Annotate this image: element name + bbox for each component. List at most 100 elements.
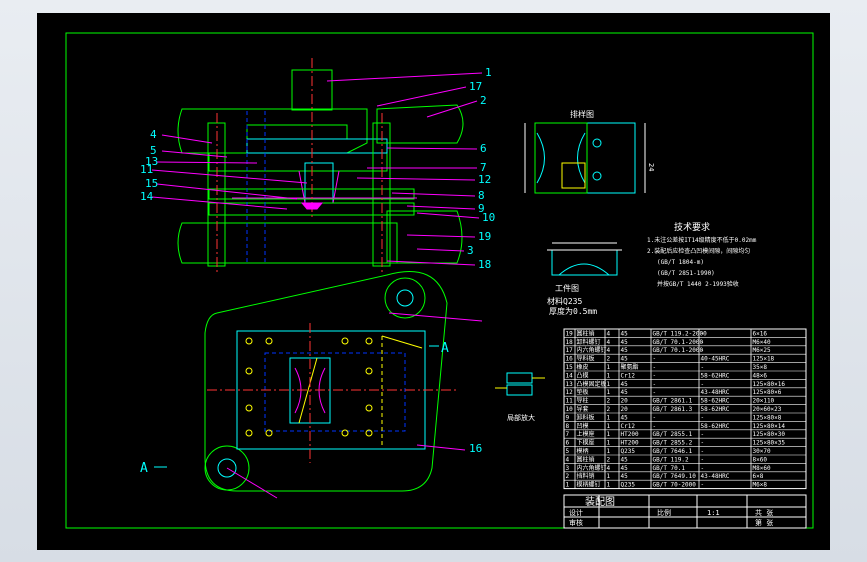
bolt-hole <box>245 404 253 412</box>
bom-cell: HT200 <box>621 440 639 447</box>
bom-cell: 1 <box>607 473 611 480</box>
bom-cell: - <box>701 456 705 463</box>
bom-cell: 垫板 <box>577 388 589 396</box>
bom-cell: GB/T 70.1-2000 <box>653 339 704 346</box>
bom-cell: 40-45HRC <box>701 356 730 363</box>
tech-requirements-lines: 1.未注公差按IT14级精度不低于0.02mm 2.装配后应检查凸凹模间隙，间隙均… <box>647 236 757 288</box>
bom-cell: 125×80×8 <box>753 414 782 421</box>
callout-2: 2 <box>480 94 487 107</box>
callouts-left: 4513111514 <box>140 128 308 210</box>
bom-cell: 125×80×6 <box>753 389 782 396</box>
bom-cell: - <box>653 381 657 388</box>
bom-cell: 7 <box>566 431 570 438</box>
plan-view <box>204 271 483 499</box>
bom-cell: 8 <box>566 423 570 430</box>
bom-cell: 15 <box>566 364 574 371</box>
callout-3: 3 <box>467 244 474 257</box>
bom-cell: GB/T 70.1-2000 <box>653 347 704 354</box>
callout-18: 18 <box>478 258 491 271</box>
bom-cell: 1 <box>607 431 611 438</box>
bom-cell: - <box>701 347 705 354</box>
bom-cell: 13 <box>566 381 574 388</box>
bom-cell: - <box>653 356 657 363</box>
bom-cell: 4 <box>607 465 611 472</box>
bom-cell: 45 <box>621 347 629 354</box>
bom-cell: - <box>653 423 657 430</box>
bom-cell: 125×80×14 <box>753 423 786 430</box>
callout-4: 4 <box>150 128 157 141</box>
tech-requirements-title: 技术要求 <box>674 221 710 233</box>
section-mark-bottom: A <box>140 461 148 476</box>
bom-cell: 45 <box>621 473 629 480</box>
bom-cell: 11 <box>566 398 574 405</box>
bom-cell: 6×16 <box>753 330 768 337</box>
bom-cell: 凹模 <box>577 422 589 430</box>
bom-cell: 45 <box>621 339 629 346</box>
bom-cell: 35×8 <box>753 364 768 371</box>
front-section-view <box>177 58 464 273</box>
callouts-right: 11726712891019318 <box>326 66 495 271</box>
callout-1: 1 <box>485 66 492 79</box>
bom-cell: 45 <box>621 389 629 396</box>
bom-cell: 58-62HRC <box>701 423 730 430</box>
bom-cell: 20 <box>621 406 629 413</box>
bom-cell: - <box>701 465 705 472</box>
bom-cell: - <box>701 364 705 371</box>
bom-cell: 1 <box>607 448 611 455</box>
bom-cell: 4 <box>566 456 570 463</box>
bom-cell: 6×8 <box>753 473 764 480</box>
bom-cell: 43-48HRC <box>701 473 730 480</box>
bom-cell: 3 <box>566 465 570 472</box>
bolt-hole <box>365 337 373 345</box>
bom-cell: 12 <box>566 389 574 396</box>
bom-cell: 20×60×23 <box>753 406 782 413</box>
bom-cell: 卸料螺钉 <box>577 338 601 346</box>
bom-cell: - <box>701 440 705 447</box>
cad-canvas[interactable]: 4 5 13 11 15 14 1 17 2 6 7 12 8 9 10 19 3 18 16 A A <box>37 13 830 550</box>
bom-row: 12 垫板 1 45 - 43-48HRC 125×80×6 <box>566 388 782 396</box>
bom-row: 16 导料板 2 45 - 40-45HRC 125×18 <box>566 355 775 363</box>
bom-row: 17 内六角螺钉 4 45 GB/T 70.1-2000- M6×25 <box>566 346 771 354</box>
bom-cell: - <box>701 381 705 388</box>
title-block-designer-label: 设计 <box>569 508 583 517</box>
bom-cell: GB/T 7649.10 <box>653 473 697 480</box>
workpiece-drawing <box>547 242 622 276</box>
callout-10: 10 <box>482 211 495 224</box>
bom-cell: 5 <box>566 448 570 455</box>
bom-row: 19 圆柱销 4 45 GB/T 119.2-2000- 6×16 <box>566 329 768 337</box>
bom-cell: 58-62HRC <box>701 398 730 405</box>
bom-cell: 6 <box>566 440 570 447</box>
bom-cell: 1 <box>607 423 611 430</box>
bolt-hole <box>365 404 373 412</box>
bom-cell: 30×70 <box>753 448 771 455</box>
bolt-hole <box>341 429 349 437</box>
bom-row: 10 导套 2 20 GB/T 2861.3 58-62HRC 20×60×23 <box>566 405 782 413</box>
bom-cell: 17 <box>566 347 574 354</box>
bom-cell: 18 <box>566 339 574 346</box>
bom-cell: 内六角螺钉 <box>577 346 607 354</box>
bom-cell: 凸模 <box>577 371 589 379</box>
bom-cell: 43-48HRC <box>701 389 730 396</box>
bom-cell: GB/T 2855.1 <box>653 431 693 438</box>
workpiece-material: 材料Q235 <box>547 296 582 306</box>
bom-cell: 凸模固定板 <box>577 380 607 388</box>
workpiece-thickness: 厚度为0.5mm <box>549 306 597 316</box>
bom-cell: 45 <box>621 465 629 472</box>
bom-cell: 8×60 <box>753 456 768 463</box>
bom-cell: - <box>701 448 705 455</box>
bom-cell: GB/T 2861.3 <box>653 406 693 413</box>
title-block-scale-label: 比例 <box>657 508 671 517</box>
tech-line: (GB/T 1804-m) <box>657 259 704 266</box>
tech-line: 并按GB/T 1440 2-1993验收 <box>657 280 739 288</box>
bom-cell: 125×80×35 <box>753 440 786 447</box>
bom-table: 19 圆柱销 4 45 GB/T 119.2-2000- 6×1618 卸料螺钉 4 45 GB/… <box>563 328 807 490</box>
tech-line: 1.未注公差按IT14级精度不低于0.02mm <box>647 236 757 244</box>
bom-row: 1 模柄螺钉 1 Q235 GB/T 70-2000- M6×8 <box>566 481 768 489</box>
assembly-drawing: 4513111514 11726712891019318 16 A A 排样图 … <box>65 32 814 529</box>
bom-cell: M6×25 <box>753 347 771 354</box>
bom-cell: 下模座 <box>577 439 595 447</box>
bom-cell: 2 <box>607 356 611 363</box>
bom-row: 2 挡料销 1 45 GB/T 7649.10 43-48HRC 6×8 <box>566 472 764 480</box>
bolt-hole <box>365 367 373 375</box>
bom-cell: M6×8 <box>753 482 768 489</box>
